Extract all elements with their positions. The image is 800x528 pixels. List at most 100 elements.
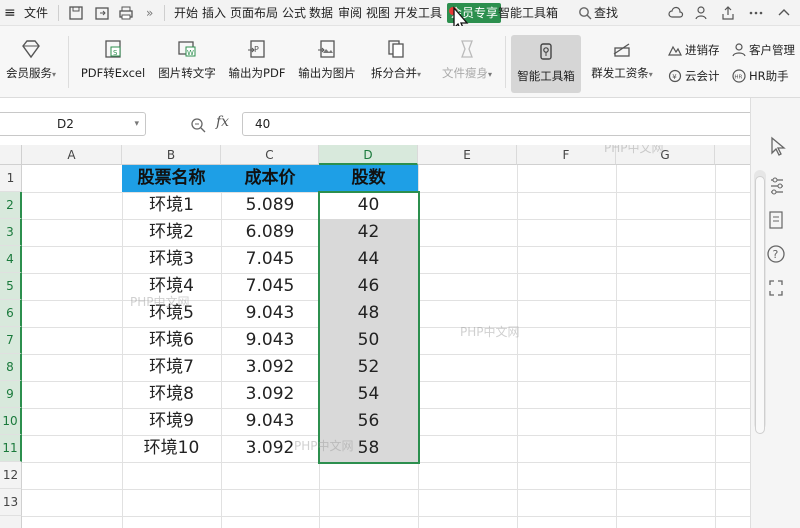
- print-icon[interactable]: [118, 5, 134, 21]
- more-options-icon[interactable]: [748, 5, 764, 21]
- worksheet-grid[interactable]: A B C D E F G 1 2 3 4 5 6 7 8 9 10 11 12…: [0, 145, 750, 528]
- export-image-button[interactable]: 输出为图片: [296, 32, 358, 81]
- name-box[interactable]: D2 ▾: [0, 112, 146, 136]
- salary-slip-label: 群发工资条: [591, 66, 649, 80]
- export-icon[interactable]: [94, 5, 110, 21]
- zoom-icon[interactable]: [190, 117, 206, 133]
- split-merge-button[interactable]: 拆分合并▾: [366, 32, 426, 81]
- smart-toolbox-button[interactable]: 智能工具箱: [511, 35, 581, 93]
- row-header[interactable]: 8: [0, 354, 22, 381]
- table-cell[interactable]: 环境1: [122, 192, 221, 219]
- cloud-sync-icon[interactable]: [668, 5, 684, 21]
- select-all-corner[interactable]: [0, 145, 22, 165]
- table-cell[interactable]: 环境10: [122, 435, 221, 462]
- vertical-scrollbar-thumb[interactable]: [755, 176, 765, 434]
- table-cell[interactable]: 7.045: [221, 273, 319, 300]
- header-cell-cost[interactable]: 成本价: [221, 165, 319, 192]
- table-cell[interactable]: 环境2: [122, 219, 221, 246]
- search-icon[interactable]: [578, 6, 592, 20]
- cloud-accounting-icon: ¥: [668, 69, 682, 83]
- row-header[interactable]: 7: [0, 327, 22, 354]
- formula-input[interactable]: 40: [242, 112, 764, 136]
- member-service-label: 会员服务: [5, 66, 52, 80]
- watermark: PHP中文网: [460, 325, 520, 339]
- table-cell[interactable]: 环境6: [122, 327, 221, 354]
- tab-home[interactable]: 开始: [174, 0, 198, 26]
- table-cell[interactable]: 环境4: [122, 273, 221, 300]
- table-cell[interactable]: 9.043: [221, 300, 319, 327]
- table-cell[interactable]: 9.043: [221, 408, 319, 435]
- table-cell[interactable]: 环境9: [122, 408, 221, 435]
- salary-slip-button[interactable]: 群发工资条▾: [586, 32, 658, 81]
- export-image-label: 输出为图片: [298, 66, 356, 80]
- more-toolbar-icon[interactable]: »: [146, 0, 153, 26]
- table-cell[interactable]: 环境5: [122, 300, 221, 327]
- table-cell[interactable]: 环境8: [122, 381, 221, 408]
- inventory-label: 进销存: [685, 43, 720, 57]
- svg-text:?: ?: [773, 248, 779, 261]
- column-header-blank[interactable]: [715, 145, 750, 165]
- header-cell-stock-name[interactable]: 股票名称: [122, 165, 221, 192]
- tab-page-layout[interactable]: 页面布局: [230, 0, 278, 26]
- column-header-e[interactable]: E: [418, 145, 517, 165]
- chevron-down-icon[interactable]: ▾: [134, 113, 139, 135]
- table-cell[interactable]: 环境3: [122, 246, 221, 273]
- row-header[interactable]: 9: [0, 381, 22, 408]
- salary-slip-icon: [613, 43, 630, 57]
- search-label[interactable]: 查找: [594, 0, 618, 26]
- row-header[interactable]: 4: [0, 246, 22, 273]
- hr-assistant-button[interactable]: HR HR助手: [732, 68, 789, 84]
- crm-button[interactable]: 客户管理: [732, 42, 795, 58]
- table-cell[interactable]: 6.089: [221, 219, 319, 246]
- tab-smart-toolbox[interactable]: 智能工具箱: [498, 0, 558, 26]
- table-cell[interactable]: 9.043: [221, 327, 319, 354]
- column-header-f[interactable]: F: [517, 145, 616, 165]
- file-slim-label: 文件瘦身: [441, 66, 488, 80]
- table-cell[interactable]: 3.092: [221, 381, 319, 408]
- row-header[interactable]: 1: [0, 165, 22, 192]
- column-header-b[interactable]: B: [122, 145, 221, 165]
- row-header[interactable]: 6: [0, 300, 22, 327]
- inventory-button[interactable]: 进销存: [668, 42, 720, 58]
- file-slim-button[interactable]: 文件瘦身▾: [434, 32, 500, 81]
- row-header[interactable]: 12: [0, 462, 22, 489]
- tab-insert[interactable]: 插入: [202, 0, 226, 26]
- table-cell[interactable]: 7.045: [221, 246, 319, 273]
- pdf-to-excel-button[interactable]: S PDF转Excel: [80, 32, 146, 81]
- row-header[interactable]: 5: [0, 273, 22, 300]
- row-header[interactable]: 10: [0, 408, 22, 435]
- export-pdf-button[interactable]: P 输出为PDF: [226, 32, 288, 81]
- svg-text:¥: ¥: [672, 73, 677, 81]
- row-header[interactable]: 11: [0, 435, 22, 462]
- save-icon[interactable]: [68, 5, 84, 21]
- tab-view[interactable]: 视图: [366, 0, 390, 26]
- row-header[interactable]: 3: [0, 219, 22, 246]
- row-header[interactable]: 13: [0, 489, 22, 516]
- column-header-c[interactable]: C: [221, 145, 319, 165]
- table-cell[interactable]: 环境7: [122, 354, 221, 381]
- pointer-select-icon[interactable]: [751, 134, 800, 158]
- hamburger-menu-icon[interactable]: ≡: [4, 0, 16, 26]
- column-header-a[interactable]: A: [22, 145, 122, 165]
- file-menu[interactable]: 文件: [24, 0, 48, 26]
- image-to-text-button[interactable]: W 图片转文字: [155, 32, 219, 81]
- row-header[interactable]: [0, 516, 22, 528]
- pdf-excel-icon: S: [105, 40, 121, 58]
- member-service-button[interactable]: 会员服务▾: [0, 32, 62, 81]
- table-cell[interactable]: 3.092: [221, 354, 319, 381]
- collapse-ribbon-icon[interactable]: [776, 5, 792, 21]
- cloud-accounting-button[interactable]: ¥ 云会计: [668, 68, 720, 84]
- share-user-icon[interactable]: [694, 5, 710, 21]
- table-cell[interactable]: 3.092: [221, 435, 319, 462]
- tab-developer[interactable]: 开发工具: [394, 0, 442, 26]
- header-cell-shares[interactable]: 股数: [319, 165, 418, 192]
- column-header-g[interactable]: G: [616, 145, 715, 165]
- table-cell[interactable]: 5.089: [221, 192, 319, 219]
- fx-icon[interactable]: fx: [216, 114, 229, 130]
- tab-formulas[interactable]: 公式: [282, 0, 306, 26]
- share-icon[interactable]: [720, 5, 736, 21]
- tab-review[interactable]: 审阅: [338, 0, 362, 26]
- column-header-d[interactable]: D: [319, 145, 418, 165]
- row-header[interactable]: 2: [0, 192, 22, 219]
- tab-data[interactable]: 数据: [309, 0, 333, 26]
